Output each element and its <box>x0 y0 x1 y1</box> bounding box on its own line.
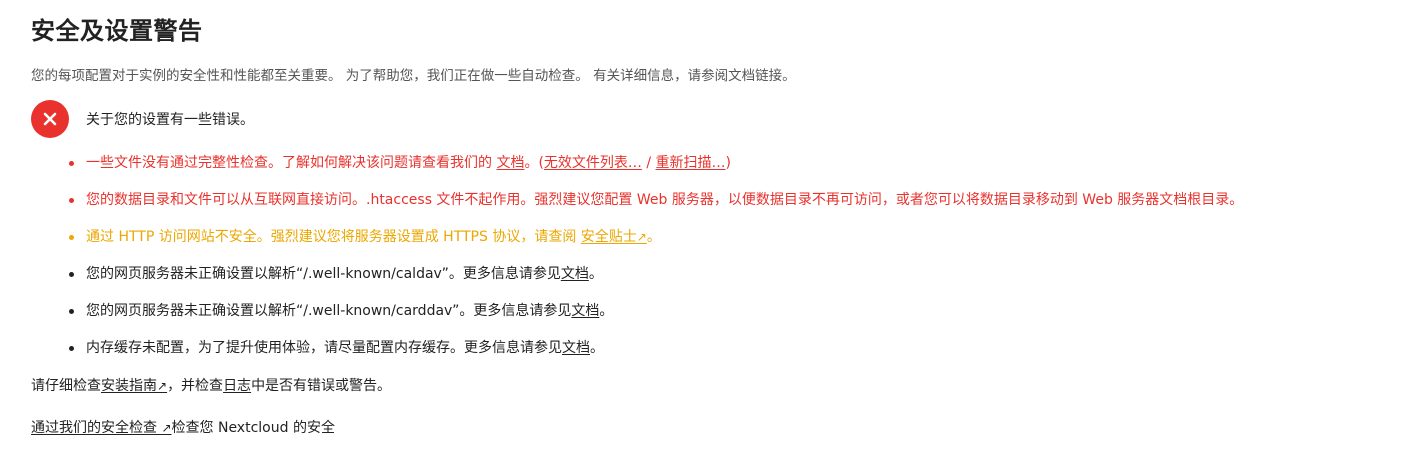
issue-text: 内存缓存未配置，为了提升使用体验，请尽量配置内存缓存。更多信息请参见 <box>86 340 562 356</box>
issue-text-mid: 。( <box>524 155 544 171</box>
note-text-mid: ，并检查 <box>167 378 224 394</box>
list-item-caldav: 您的网页服务器未正确设置以解析“/.well-known/caldav”。更多信… <box>69 256 1395 293</box>
page-title: 安全及设置警告 <box>31 17 203 45</box>
note-text: 请仔细检查 <box>31 378 101 394</box>
list-item-data-directory: 您的数据目录和文件可以从互联网直接访问。.htaccess 文件不起作用。强烈建… <box>69 182 1395 219</box>
install-guide-note: 请仔细检查安装指南↗，并检查日志中是否有错误或警告。 <box>31 375 1395 397</box>
issue-text-end: 。 <box>590 340 604 356</box>
list-item-https-warning: 通过 HTTP 访问网站不安全。强烈建议您将服务器设置成 HTTPS 协议，请查… <box>69 219 1395 256</box>
error-summary: 关于您的设置有一些错误。 <box>31 99 1395 139</box>
info-bullet <box>69 272 74 277</box>
issue-text: 通过 HTTP 访问网站不安全。强烈建议您将服务器设置成 HTTPS 协议，请查… <box>86 229 581 245</box>
security-warnings-section: 安全及设置警告 您的每项配置对于实例的安全性和性能都至关重要。 为了帮助您，我们… <box>0 0 1395 439</box>
error-bullet <box>69 161 74 166</box>
invalid-files-list-link[interactable]: 无效文件列表… <box>544 155 642 171</box>
security-tips-link[interactable]: 安全贴士↗ <box>581 229 647 245</box>
info-bullet <box>69 309 74 314</box>
security-scan-link[interactable]: 通过我们的安全检查 ↗ <box>31 420 172 436</box>
rescan-link[interactable]: 重新扫描… <box>656 155 726 171</box>
docs-link[interactable]: 文档 <box>561 266 589 282</box>
issue-text-end: 。 <box>646 229 661 245</box>
note-text-end: 检查您 Nextcloud 的安全 <box>171 420 335 436</box>
external-link-icon: ↗ <box>636 230 647 244</box>
issue-text-end: ) <box>725 155 732 171</box>
security-scan-note: 通过我们的安全检查 ↗检查您 Nextcloud 的安全 <box>31 417 1395 439</box>
external-link-icon: ↗ <box>161 421 172 435</box>
list-item-integrity-check: 一些文件没有通过完整性检查。了解如何解决该问题请查看我们的 文档。(无效文件列表… <box>69 145 1395 182</box>
issue-text-end: 。 <box>599 303 614 319</box>
install-guide-link[interactable]: 安装指南↗ <box>101 378 167 394</box>
info-bullet <box>69 346 74 351</box>
security-scan-link-label: 通过我们的安全检查 <box>31 420 162 436</box>
security-tips-link-label: 安全贴士 <box>580 229 637 245</box>
list-item-memory-cache: 内存缓存未配置，为了提升使用体验，请尽量配置内存缓存。更多信息请参见文档。 <box>69 330 1395 367</box>
note-text-end: 中是否有错误或警告。 <box>251 378 392 394</box>
issue-text: 您的网页服务器未正确设置以解析“/.well-known/caldav”。更多信… <box>86 266 561 282</box>
issue-text-end: 。 <box>588 266 603 282</box>
external-link-icon: ↗ <box>157 379 168 393</box>
warning-bullet <box>69 235 74 240</box>
docs-link[interactable]: 文档 <box>571 303 599 319</box>
error-bullet <box>69 198 74 203</box>
error-summary-text: 关于您的设置有一些错误。 <box>86 112 254 128</box>
issue-text: 一些文件没有通过完整性检查。了解如何解决该问题请查看我们的 <box>86 155 497 171</box>
error-close-icon <box>31 100 69 138</box>
issue-text: 您的数据目录和文件可以从互联网直接访问。.htaccess 文件不起作用。强烈建… <box>86 192 1244 208</box>
issues-list: 一些文件没有通过完整性检查。了解如何解决该问题请查看我们的 文档。(无效文件列表… <box>31 145 1395 367</box>
list-item-carddav: 您的网页服务器未正确设置以解析“/.well-known/carddav”。更多… <box>69 293 1395 330</box>
separator: / <box>641 155 656 171</box>
intro-text: 您的每项配置对于实例的安全性和性能都至关重要。 为了帮助您，我们正在做一些自动检… <box>31 68 796 84</box>
install-guide-link-label: 安装指南 <box>101 378 157 394</box>
docs-link[interactable]: 文档 <box>562 340 590 356</box>
issue-text: 您的网页服务器未正确设置以解析“/.well-known/carddav”。更多… <box>86 303 572 319</box>
log-link[interactable]: 日志 <box>223 378 251 394</box>
docs-link[interactable]: 文档 <box>496 155 524 171</box>
